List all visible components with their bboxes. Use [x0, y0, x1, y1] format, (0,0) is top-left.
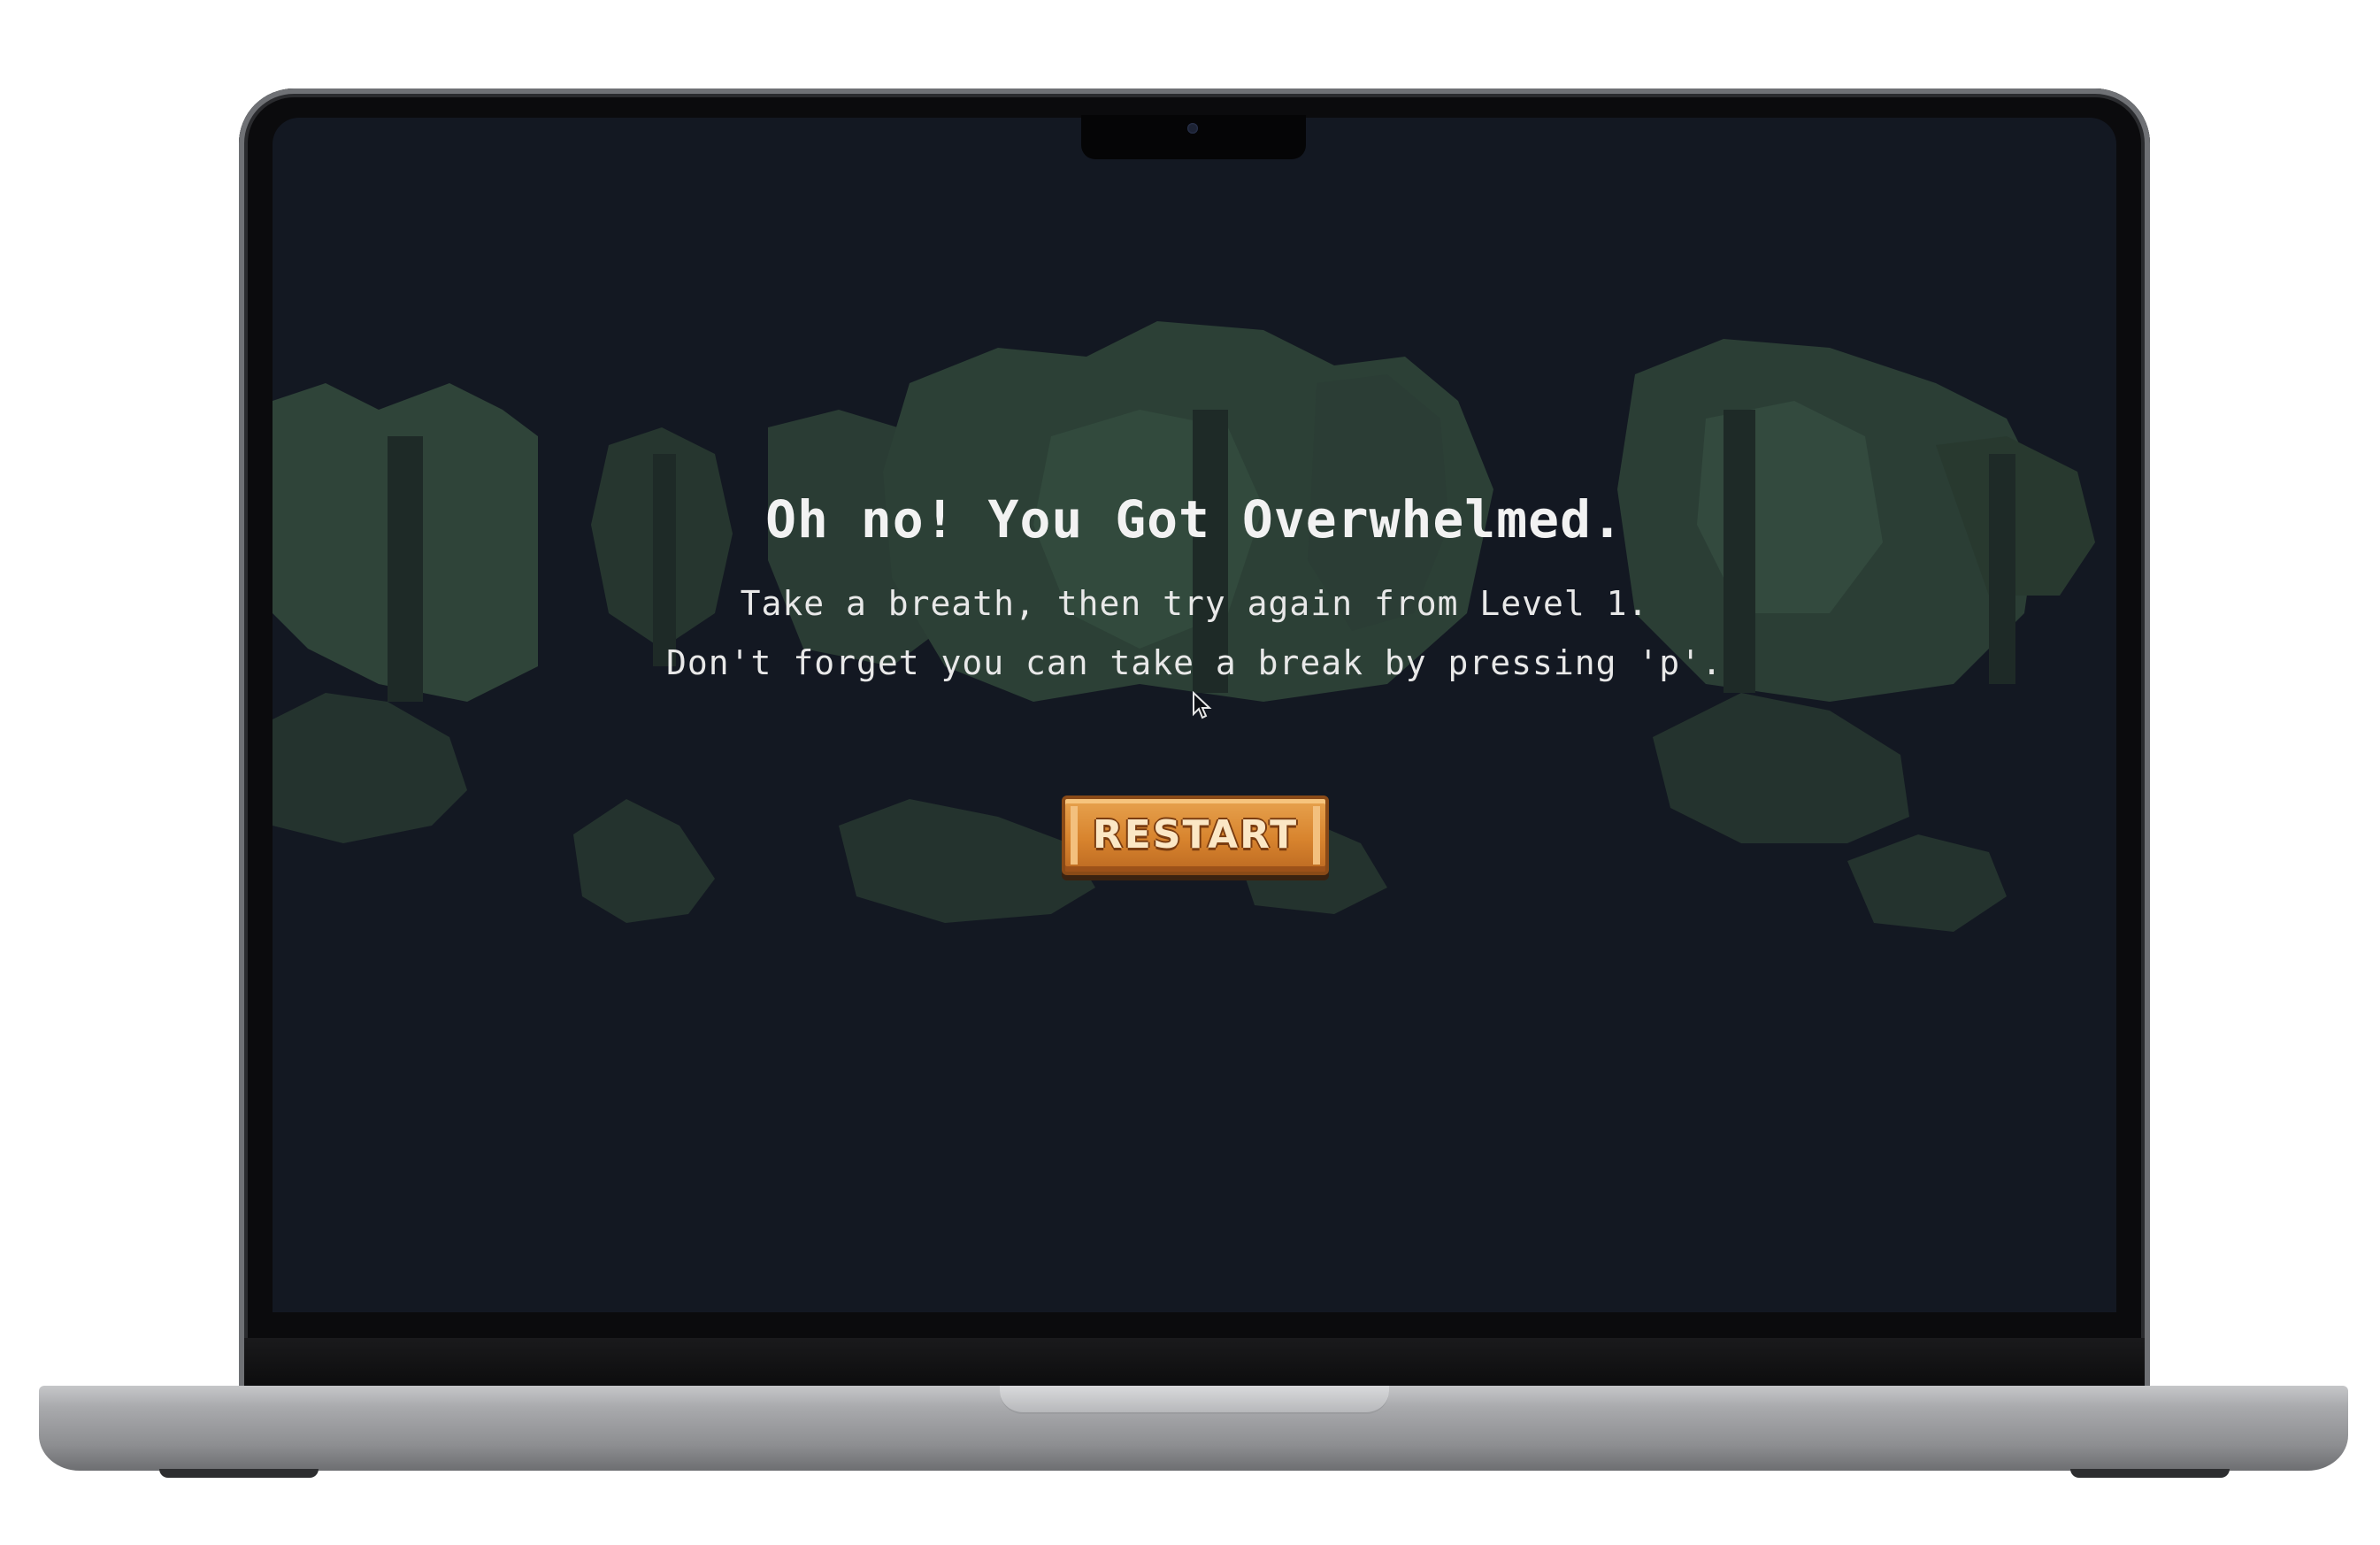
- laptop-chin: [244, 1338, 2145, 1387]
- laptop-foot-left: [159, 1469, 319, 1478]
- game-screen: Oh no! You Got Overwhelmed. Take a breat…: [273, 118, 2116, 1312]
- laptop-foot-right: [2070, 1469, 2230, 1478]
- camera-icon: [1187, 123, 1198, 134]
- game-over-title: Oh no! You Got Overwhelmed.: [765, 489, 1624, 550]
- screen-notch: [1081, 115, 1306, 159]
- game-over-message-2: Don't forget you can take a break by pre…: [666, 643, 1723, 682]
- restart-button[interactable]: RESTART: [1062, 796, 1329, 875]
- game-over-message-1: Take a breath, then try again from Level…: [740, 584, 1649, 623]
- mouse-cursor-icon: [1193, 691, 1212, 719]
- laptop-thumb-notch: [1000, 1386, 1389, 1414]
